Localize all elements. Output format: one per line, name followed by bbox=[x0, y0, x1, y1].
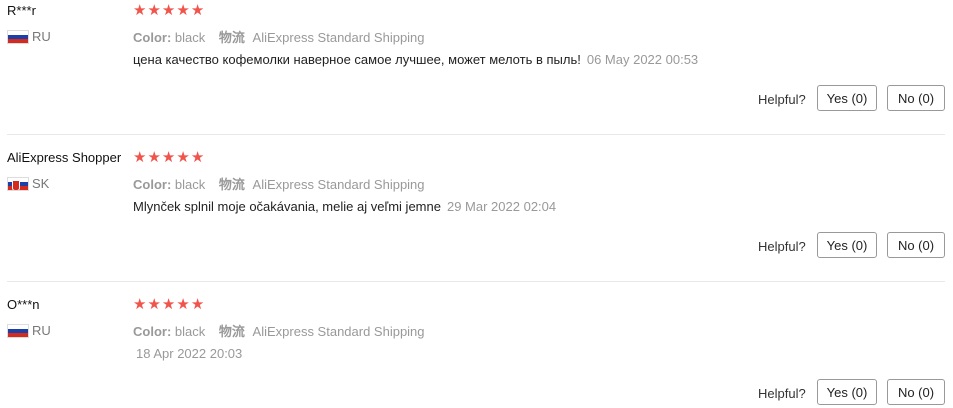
country-code: SK bbox=[32, 176, 50, 191]
star-icon: ★ bbox=[176, 2, 190, 19]
star-icon: ★ bbox=[190, 149, 205, 166]
star-icon: ★ bbox=[190, 296, 205, 313]
helpful-label: Helpful? bbox=[758, 386, 806, 401]
russia-flag-icon bbox=[7, 29, 29, 44]
shipping-label: 物流 bbox=[218, 324, 245, 339]
star-rating: ★ ★ ★ ★ ★ bbox=[133, 150, 204, 165]
review-text: цена качество кофемолки наверное самое л… bbox=[133, 52, 581, 67]
star-icon: ★ bbox=[147, 296, 161, 313]
shipping-label: 物流 bbox=[218, 30, 245, 45]
star-icon: ★ bbox=[133, 149, 147, 166]
color-label: Color: bbox=[133, 324, 172, 339]
color-value: black bbox=[174, 177, 206, 192]
helpful-label: Helpful? bbox=[758, 239, 806, 254]
review-date: 29 Mar 2022 02:04 bbox=[446, 199, 557, 214]
country-code: RU bbox=[32, 29, 51, 44]
product-attributes: Color: black 物流 AliExpress Standard Ship… bbox=[133, 321, 425, 340]
star-rating: ★ ★ ★ ★ ★ bbox=[133, 297, 204, 312]
shipping-label: 物流 bbox=[218, 177, 245, 192]
shipping-value: AliExpress Standard Shipping bbox=[252, 30, 425, 45]
review-date: 06 May 2022 00:53 bbox=[586, 52, 699, 67]
reviewer-country: RU bbox=[7, 29, 51, 44]
star-icon: ★ bbox=[190, 2, 205, 19]
helpful-no-button[interactable]: No (0) bbox=[887, 85, 945, 111]
star-icon: ★ bbox=[176, 296, 190, 313]
star-icon: ★ bbox=[133, 2, 147, 19]
reviewer-country: SK bbox=[7, 176, 49, 191]
color-label: Color: bbox=[133, 177, 172, 192]
country-code: RU bbox=[32, 323, 51, 338]
star-icon: ★ bbox=[176, 149, 190, 166]
helpful-yes-button[interactable]: Yes (0) bbox=[817, 85, 877, 111]
reviewer-name: AliExpress Shopper bbox=[7, 150, 122, 165]
reviewer-country: RU bbox=[7, 323, 51, 338]
star-icon: ★ bbox=[147, 149, 161, 166]
shipping-value: AliExpress Standard Shipping bbox=[252, 324, 425, 339]
star-icon: ★ bbox=[133, 296, 147, 313]
slovakia-flag-icon bbox=[7, 176, 29, 191]
star-icon: ★ bbox=[161, 149, 176, 166]
review-content: цена качество кофемолки наверное самое л… bbox=[133, 52, 698, 67]
review-divider bbox=[7, 281, 945, 282]
color-value: black bbox=[174, 324, 206, 339]
review-text: Mlynček splnil moje očakávania, melie aj… bbox=[133, 199, 441, 214]
review-divider bbox=[7, 134, 945, 135]
color-label: Color: bbox=[133, 30, 172, 45]
helpful-yes-button[interactable]: Yes (0) bbox=[817, 379, 877, 405]
color-value: black bbox=[174, 30, 206, 45]
helpful-label: Helpful? bbox=[758, 92, 806, 107]
star-icon: ★ bbox=[161, 296, 176, 313]
reviewer-name: O***n bbox=[7, 297, 40, 312]
helpful-yes-button[interactable]: Yes (0) bbox=[817, 232, 877, 258]
star-icon: ★ bbox=[147, 2, 161, 19]
helpful-no-button[interactable]: No (0) bbox=[887, 232, 945, 258]
reviewer-name: R***r bbox=[7, 3, 36, 18]
shipping-value: AliExpress Standard Shipping bbox=[252, 177, 425, 192]
star-rating: ★ ★ ★ ★ ★ bbox=[133, 3, 204, 18]
star-icon: ★ bbox=[161, 2, 176, 19]
russia-flag-icon bbox=[7, 323, 29, 338]
review-content: Mlynček splnil moje očakávania, melie aj… bbox=[133, 199, 556, 214]
helpful-no-button[interactable]: No (0) bbox=[887, 379, 945, 405]
product-attributes: Color: black 物流 AliExpress Standard Ship… bbox=[133, 27, 425, 46]
product-attributes: Color: black 物流 AliExpress Standard Ship… bbox=[133, 174, 425, 193]
review-date: 18 Apr 2022 20:03 bbox=[136, 346, 243, 361]
